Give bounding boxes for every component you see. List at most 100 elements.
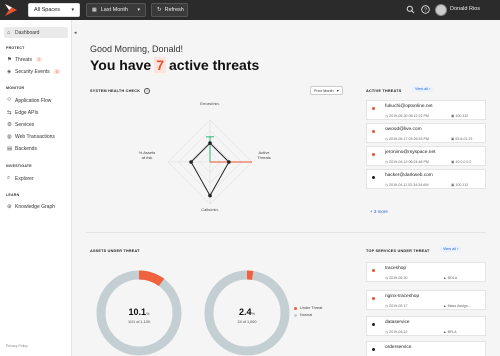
service-name: orderservice: [385, 345, 412, 350]
refresh-button[interactable]: ↻ Refresh: [151, 3, 188, 17]
sidebar-item-services[interactable]: ⚙ Services: [4, 119, 68, 130]
sidebar-item-label: Web Transactions: [15, 133, 55, 140]
legend-dot: [294, 313, 297, 317]
sidebar-item-label: Services: [15, 121, 35, 128]
sidebar-item-web-transactions[interactable]: ◍ Web Transactions: [4, 131, 68, 142]
threat-ip-text: 100.112: [455, 114, 469, 118]
service-list-item[interactable]: traceshop ◷ 2019-05-30 ▲ BOLA: [366, 262, 486, 282]
legend-normal: Normal: [294, 313, 312, 317]
sidebar-item-application-flow[interactable]: ⟐ Application Flow: [4, 95, 68, 106]
avatar[interactable]: [435, 4, 447, 16]
sidebar-item-label: Dashboard: [15, 29, 40, 36]
sidebar-item-dashboard[interactable]: ⌂ Dashboard: [4, 27, 68, 38]
service-tag-text: Mass Assign...: [447, 304, 471, 308]
privacy-policy-link[interactable]: Privacy Policy: [6, 344, 28, 348]
service-name: dataservice: [385, 320, 410, 325]
donut-2-value: 2.4: [239, 307, 252, 317]
search-icon: ⌕: [7, 175, 11, 181]
threat-email: hacker@darkweb.com: [385, 173, 433, 178]
assets-under-threat-title: ASSETS UNDER THREAT: [90, 249, 140, 253]
services-icon: ⚙: [7, 121, 12, 128]
threat-list-item[interactable]: owood@live.com ◷ 2019-05-17 03:26:53 PM ▣ …: [366, 123, 486, 143]
legend-under-threat: Under Threat: [294, 306, 322, 310]
sidebar-item-knowledge-graph[interactable]: ⊛ Knowledge Graph: [4, 201, 68, 212]
sidebar: ⌂ Dashboard PROTECT ⚑ Threats 7 ◈ Securi…: [0, 20, 72, 356]
threat-ip: ▣ 100.112: [451, 114, 468, 118]
sidebar-item-label: Backends: [15, 145, 37, 152]
legend-label: Normal: [300, 313, 313, 317]
service-name: traceshop: [385, 266, 407, 271]
threat-list-item[interactable]: hacker@darkweb.com ◷ 2019-04-11 02:34:34 …: [366, 169, 486, 189]
info-icon[interactable]: i: [144, 88, 150, 94]
donut-2-caption: 24 of 1,000: [237, 320, 257, 324]
sidebar-item-label: Application Flow: [15, 97, 52, 104]
severity-dot: [372, 153, 375, 156]
services-view-all[interactable]: View all ›: [440, 246, 462, 252]
radar-current-point: [227, 160, 231, 164]
radar-label-active-threats-line2: Threats: [257, 155, 271, 160]
more-threats-link[interactable]: + 3 more: [370, 209, 388, 214]
chevron-down-icon: ▾: [137, 7, 140, 13]
active-threats-view-all[interactable]: View all ›: [412, 86, 434, 92]
globe-icon: ◍: [7, 133, 12, 140]
service-tag-text: BFLA: [447, 330, 457, 334]
donut-2-percent: %: [251, 312, 255, 316]
search-icon[interactable]: [405, 5, 415, 15]
service-time: ◷ 2019-05-17: [385, 304, 408, 308]
severity-dot: [372, 297, 375, 300]
help-icon[interactable]: ?: [420, 5, 430, 15]
sidebar-item-edge-apis[interactable]: ⇆ Edge APIs: [4, 107, 68, 118]
threat-list-item[interactable]: jeronimo@myspace.net ◷ 2019-04-12 06:24:4…: [366, 146, 486, 166]
sidebar-item-backends[interactable]: ▤ Backends: [4, 143, 68, 154]
shield-icon: ◈: [7, 68, 12, 75]
donut-2-center: 2.4% 24 of 1,000: [225, 302, 269, 324]
collapse-sidebar-icon[interactable]: ◂: [74, 30, 77, 36]
radar-current-point: [208, 193, 212, 198]
active-threats-title: ACTIVE THREATS: [366, 89, 402, 93]
threat-time-text: 2019-04-12 06:24:48 PM: [389, 160, 429, 164]
service-tag: ▲ Mass Assign...: [443, 304, 471, 308]
user-name[interactable]: Donald Rios: [450, 6, 480, 12]
top-bar: All Spaces ▾ ▦ Last Month ▾ ↻ Refresh ? …: [0, 0, 500, 20]
sidebar-item-security-events[interactable]: ◈ Security Events 0: [4, 66, 68, 77]
logo-icon[interactable]: [4, 3, 18, 17]
threat-time: ◷ 2019-04-12 06:24:48 PM: [385, 160, 429, 164]
donut-1-caption: 11/1 of 1,100: [128, 320, 150, 324]
period-select[interactable]: Prior Month ▾: [310, 86, 343, 95]
chevron-right-icon: ›: [429, 87, 431, 91]
time-range-select[interactable]: ▦ Last Month ▾: [86, 3, 146, 17]
service-list-item[interactable]: orderservice: [366, 341, 486, 356]
service-list-item[interactable]: nginx-traceshop ◷ 2019-05-17 ▲ Mass Assign…: [366, 290, 486, 310]
section-learn: LEARN: [6, 193, 20, 197]
spaces-select[interactable]: All Spaces ▾: [28, 3, 80, 17]
refresh-icon: ↻: [157, 7, 162, 13]
spaces-select-label: All Spaces: [34, 7, 60, 13]
sidebar-item-explorer[interactable]: ⌕ Explorer: [4, 173, 68, 184]
sidebar-item-threats[interactable]: ⚑ Threats 7: [4, 54, 68, 65]
threat-list-item[interactable]: fukuchi@optonline.net ◷ 2019-05-30 08:12:…: [366, 100, 486, 120]
donut-1-percent: %: [146, 312, 150, 316]
threat-ip: ▣ 63.6.01.23: [451, 137, 472, 141]
service-time-text: 2019-05-17: [389, 304, 408, 308]
period-select-label: Prior Month: [314, 89, 334, 93]
graph-icon: ⊛: [7, 203, 12, 210]
radar-current-point: [208, 141, 212, 145]
section-investigate: INVESTIGATE: [6, 164, 32, 168]
sidebar-item-label: Threats: [15, 56, 32, 63]
severity-dot: [372, 130, 375, 133]
chevron-right-icon: ›: [457, 247, 459, 251]
page-title: You have 7 active threats: [90, 57, 259, 73]
threat-time-text: 2019-05-17 03:26:53 PM: [389, 137, 429, 141]
service-time: ◷ 2019-04-12: [385, 330, 408, 334]
section-protect: PROTECT: [6, 46, 25, 50]
view-all-label: View all: [443, 247, 457, 251]
severity-dot: [372, 323, 375, 326]
headline-suffix: active threats: [169, 57, 260, 73]
sidebar-item-label: Security Events: [15, 68, 50, 75]
legend-dot: [294, 306, 297, 310]
service-time-text: 2019-05-30: [389, 276, 408, 280]
sidebar-item-label: Edge APIs: [15, 109, 39, 116]
service-list-item[interactable]: dataservice ◷ 2019-04-12 ▲ BFLA: [366, 316, 486, 336]
top-services-title: TOP SERVICES UNDER THREAT: [366, 249, 430, 253]
threat-ip-text: 100.112: [455, 183, 469, 187]
